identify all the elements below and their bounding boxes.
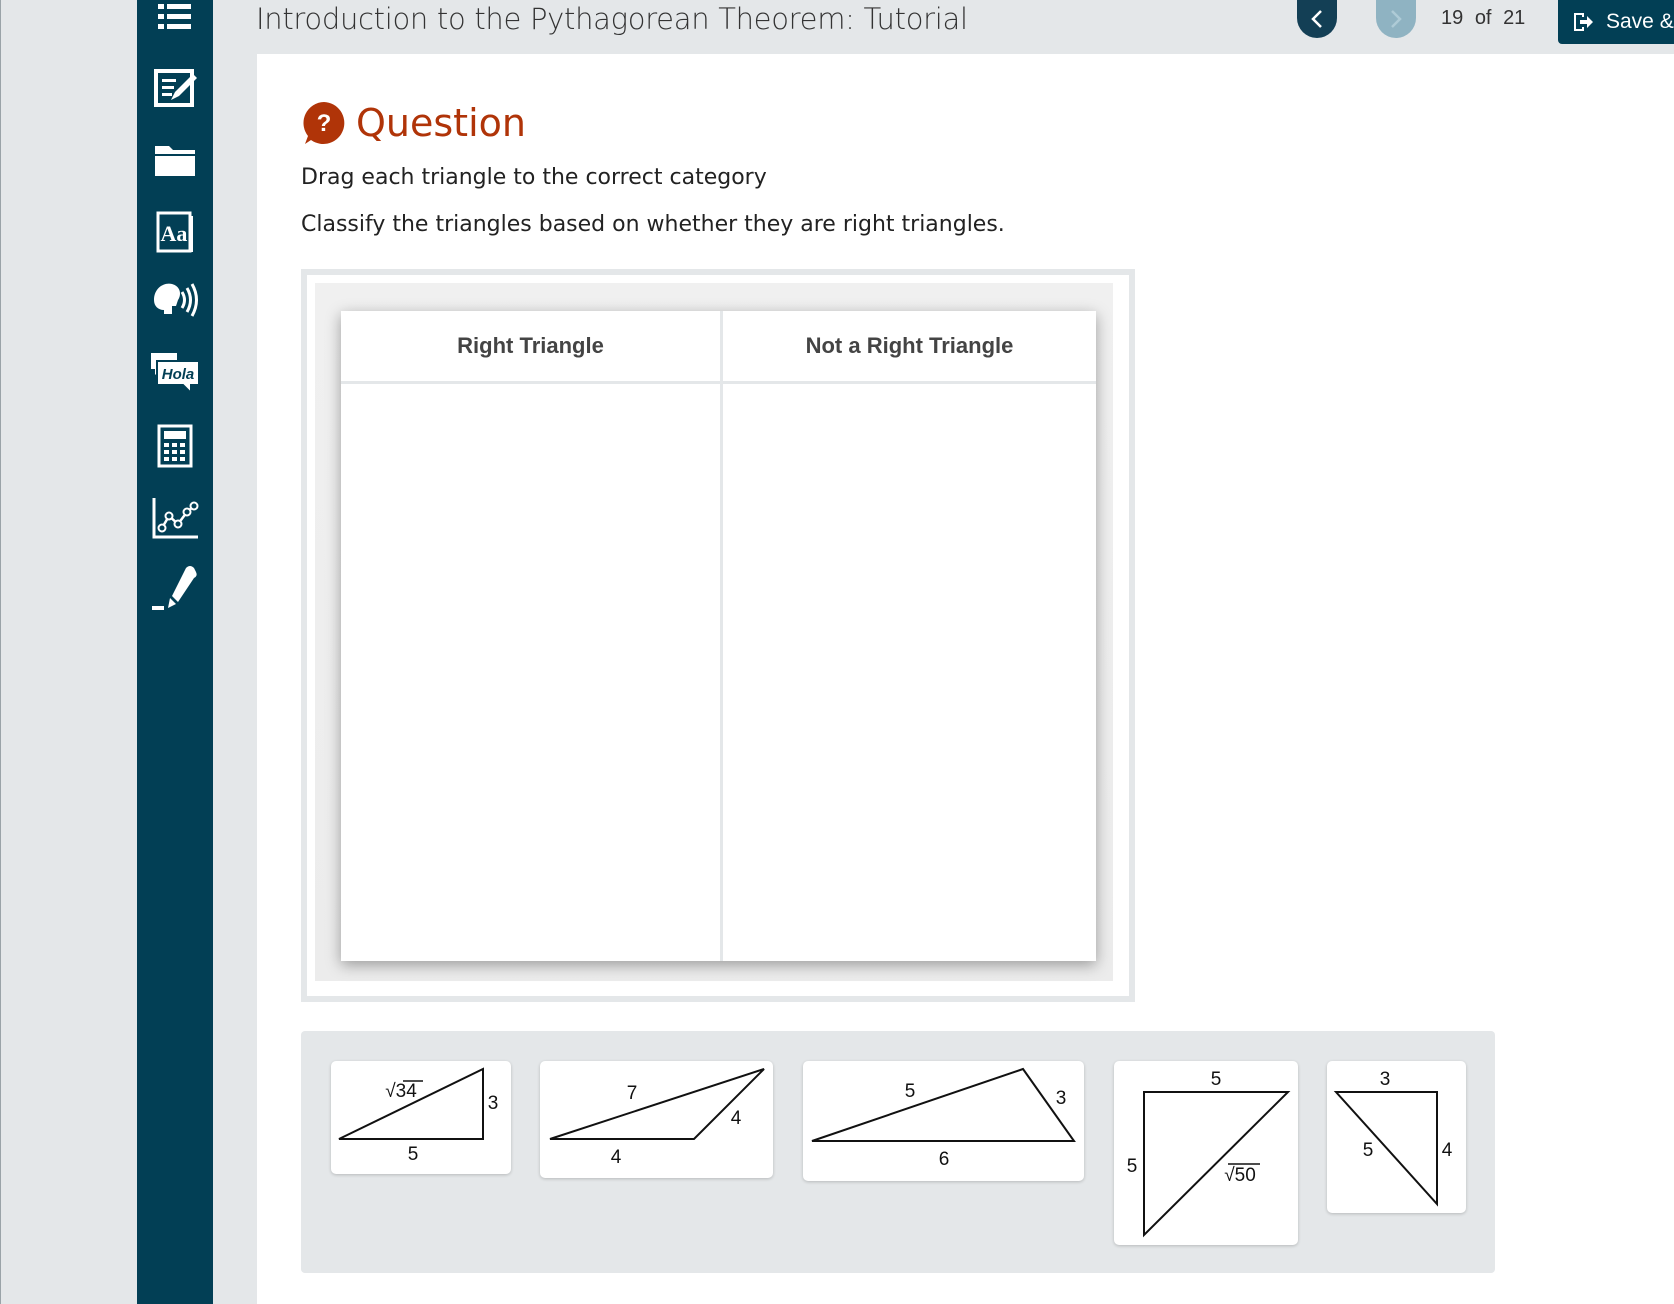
page-current: 19	[1441, 7, 1464, 29]
chevron-right-icon	[1391, 10, 1402, 28]
highlighter-icon[interactable]	[149, 562, 201, 614]
question-icon: ?	[301, 100, 347, 146]
triangle-diagram: 3 5 4	[1333, 1069, 1453, 1207]
save-label: Save &	[1606, 10, 1674, 33]
svg-text:?: ?	[317, 110, 332, 137]
category-table: Right Triangle Not a Right Triangle	[341, 311, 1096, 961]
triangle-tile[interactable]: 7 4 4	[540, 1061, 773, 1178]
triangle-tile[interactable]: √34 3 5	[331, 1061, 511, 1174]
category-header-right-triangle: Right Triangle	[341, 311, 723, 384]
tile-label: 4	[1442, 1140, 1453, 1161]
tile-label: 3	[1380, 1069, 1391, 1090]
triangle-diagram: 5 5 √50	[1127, 1069, 1291, 1238]
notes-icon[interactable]	[149, 62, 201, 114]
tile-label: 5	[1363, 1140, 1374, 1161]
tile-label: 6	[939, 1149, 950, 1170]
text-to-speech-icon[interactable]	[149, 276, 201, 328]
svg-text:Aa: Aa	[161, 221, 188, 246]
question-heading: Question	[356, 101, 526, 145]
svg-text:Hola: Hola	[162, 366, 195, 383]
menu-icon[interactable]	[149, 0, 201, 44]
instruction-drag: Drag each triangle to the correct catego…	[301, 165, 767, 190]
tile-label: √34	[385, 1081, 417, 1102]
tile-label: 5	[905, 1081, 916, 1102]
category-header-not-right-triangle: Not a Right Triangle	[723, 311, 1096, 384]
folder-icon[interactable]	[149, 134, 201, 186]
tile-label: 3	[488, 1093, 499, 1114]
instruction-classify: Classify the triangles based on whether …	[301, 212, 1005, 237]
tile-label: √50	[1224, 1165, 1256, 1186]
tile-label: 5	[408, 1144, 419, 1165]
translate-icon[interactable]: Hola	[147, 346, 203, 398]
graph-icon[interactable]	[149, 492, 201, 544]
calculator-icon[interactable]	[149, 420, 201, 472]
tool-sidebar: Aa Hola	[137, 0, 213, 1304]
tile-label: 5	[1211, 1069, 1222, 1090]
triangle-tile[interactable]: 5 5 √50	[1114, 1061, 1298, 1245]
page-total: 21	[1503, 7, 1526, 29]
tile-label: 3	[1056, 1088, 1067, 1109]
triangle-tile[interactable]: 5 3 6	[803, 1061, 1084, 1181]
tile-label: 7	[627, 1083, 638, 1104]
lesson-title: Introduction to the Pythagorean Theorem:…	[256, 2, 968, 36]
triangle-diagram: 7 4 4	[549, 1068, 765, 1168]
save-exit-button[interactable]: Save &	[1558, 0, 1674, 44]
page-counter: 19 of 21	[1441, 0, 1525, 36]
drop-zone-not-right-triangle[interactable]	[723, 384, 1096, 961]
triangle-tile[interactable]: 3 5 4	[1327, 1061, 1466, 1213]
page-of: of	[1474, 7, 1492, 29]
left-gutter	[0, 0, 137, 1304]
glossary-icon[interactable]: Aa	[149, 206, 201, 258]
triangle-diagram: 5 3 6	[811, 1067, 1076, 1170]
exit-icon	[1574, 13, 1593, 31]
tile-label: 4	[731, 1108, 742, 1129]
triangle-diagram: √34 3 5	[338, 1067, 499, 1165]
tile-label: 4	[611, 1147, 622, 1168]
chevron-left-icon	[1311, 10, 1322, 28]
tile-label: 5	[1127, 1156, 1138, 1177]
drop-zone-right-triangle[interactable]	[341, 384, 723, 961]
